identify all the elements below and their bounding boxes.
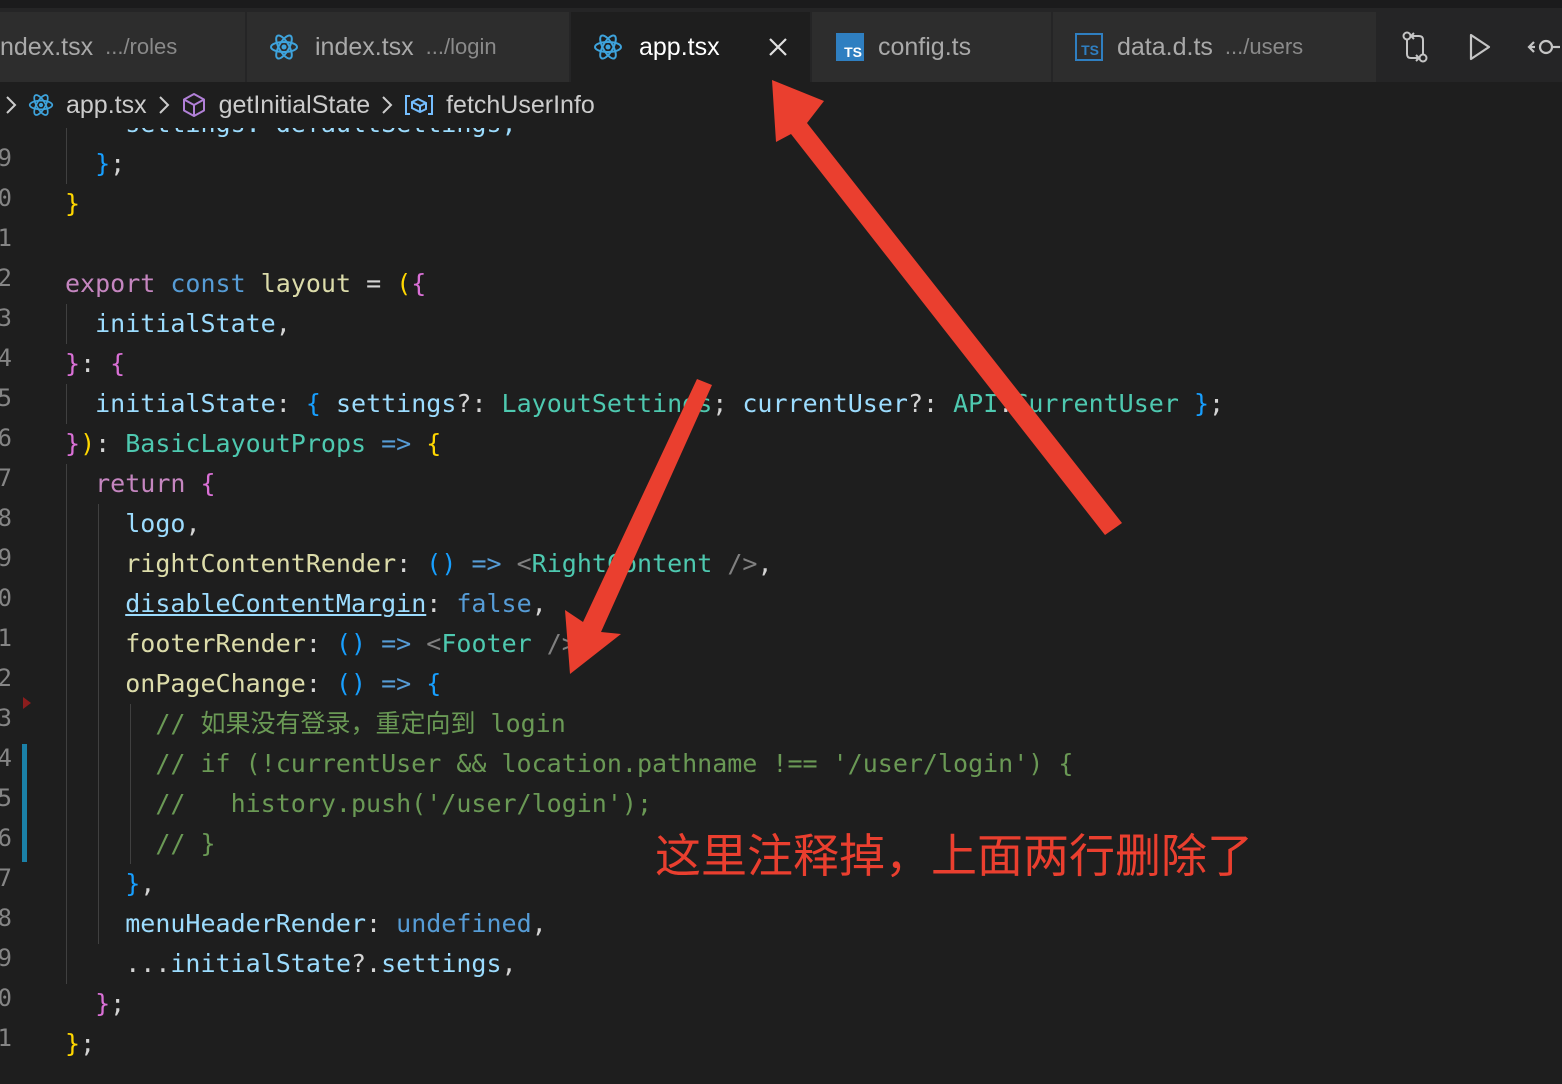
arrow-to-tab: [772, 80, 1122, 535]
arrow-to-code: [565, 379, 712, 674]
annotation-note: 这里注释掉，上面两行删除了: [655, 829, 1253, 883]
annotation-arrows: [565, 80, 1122, 674]
